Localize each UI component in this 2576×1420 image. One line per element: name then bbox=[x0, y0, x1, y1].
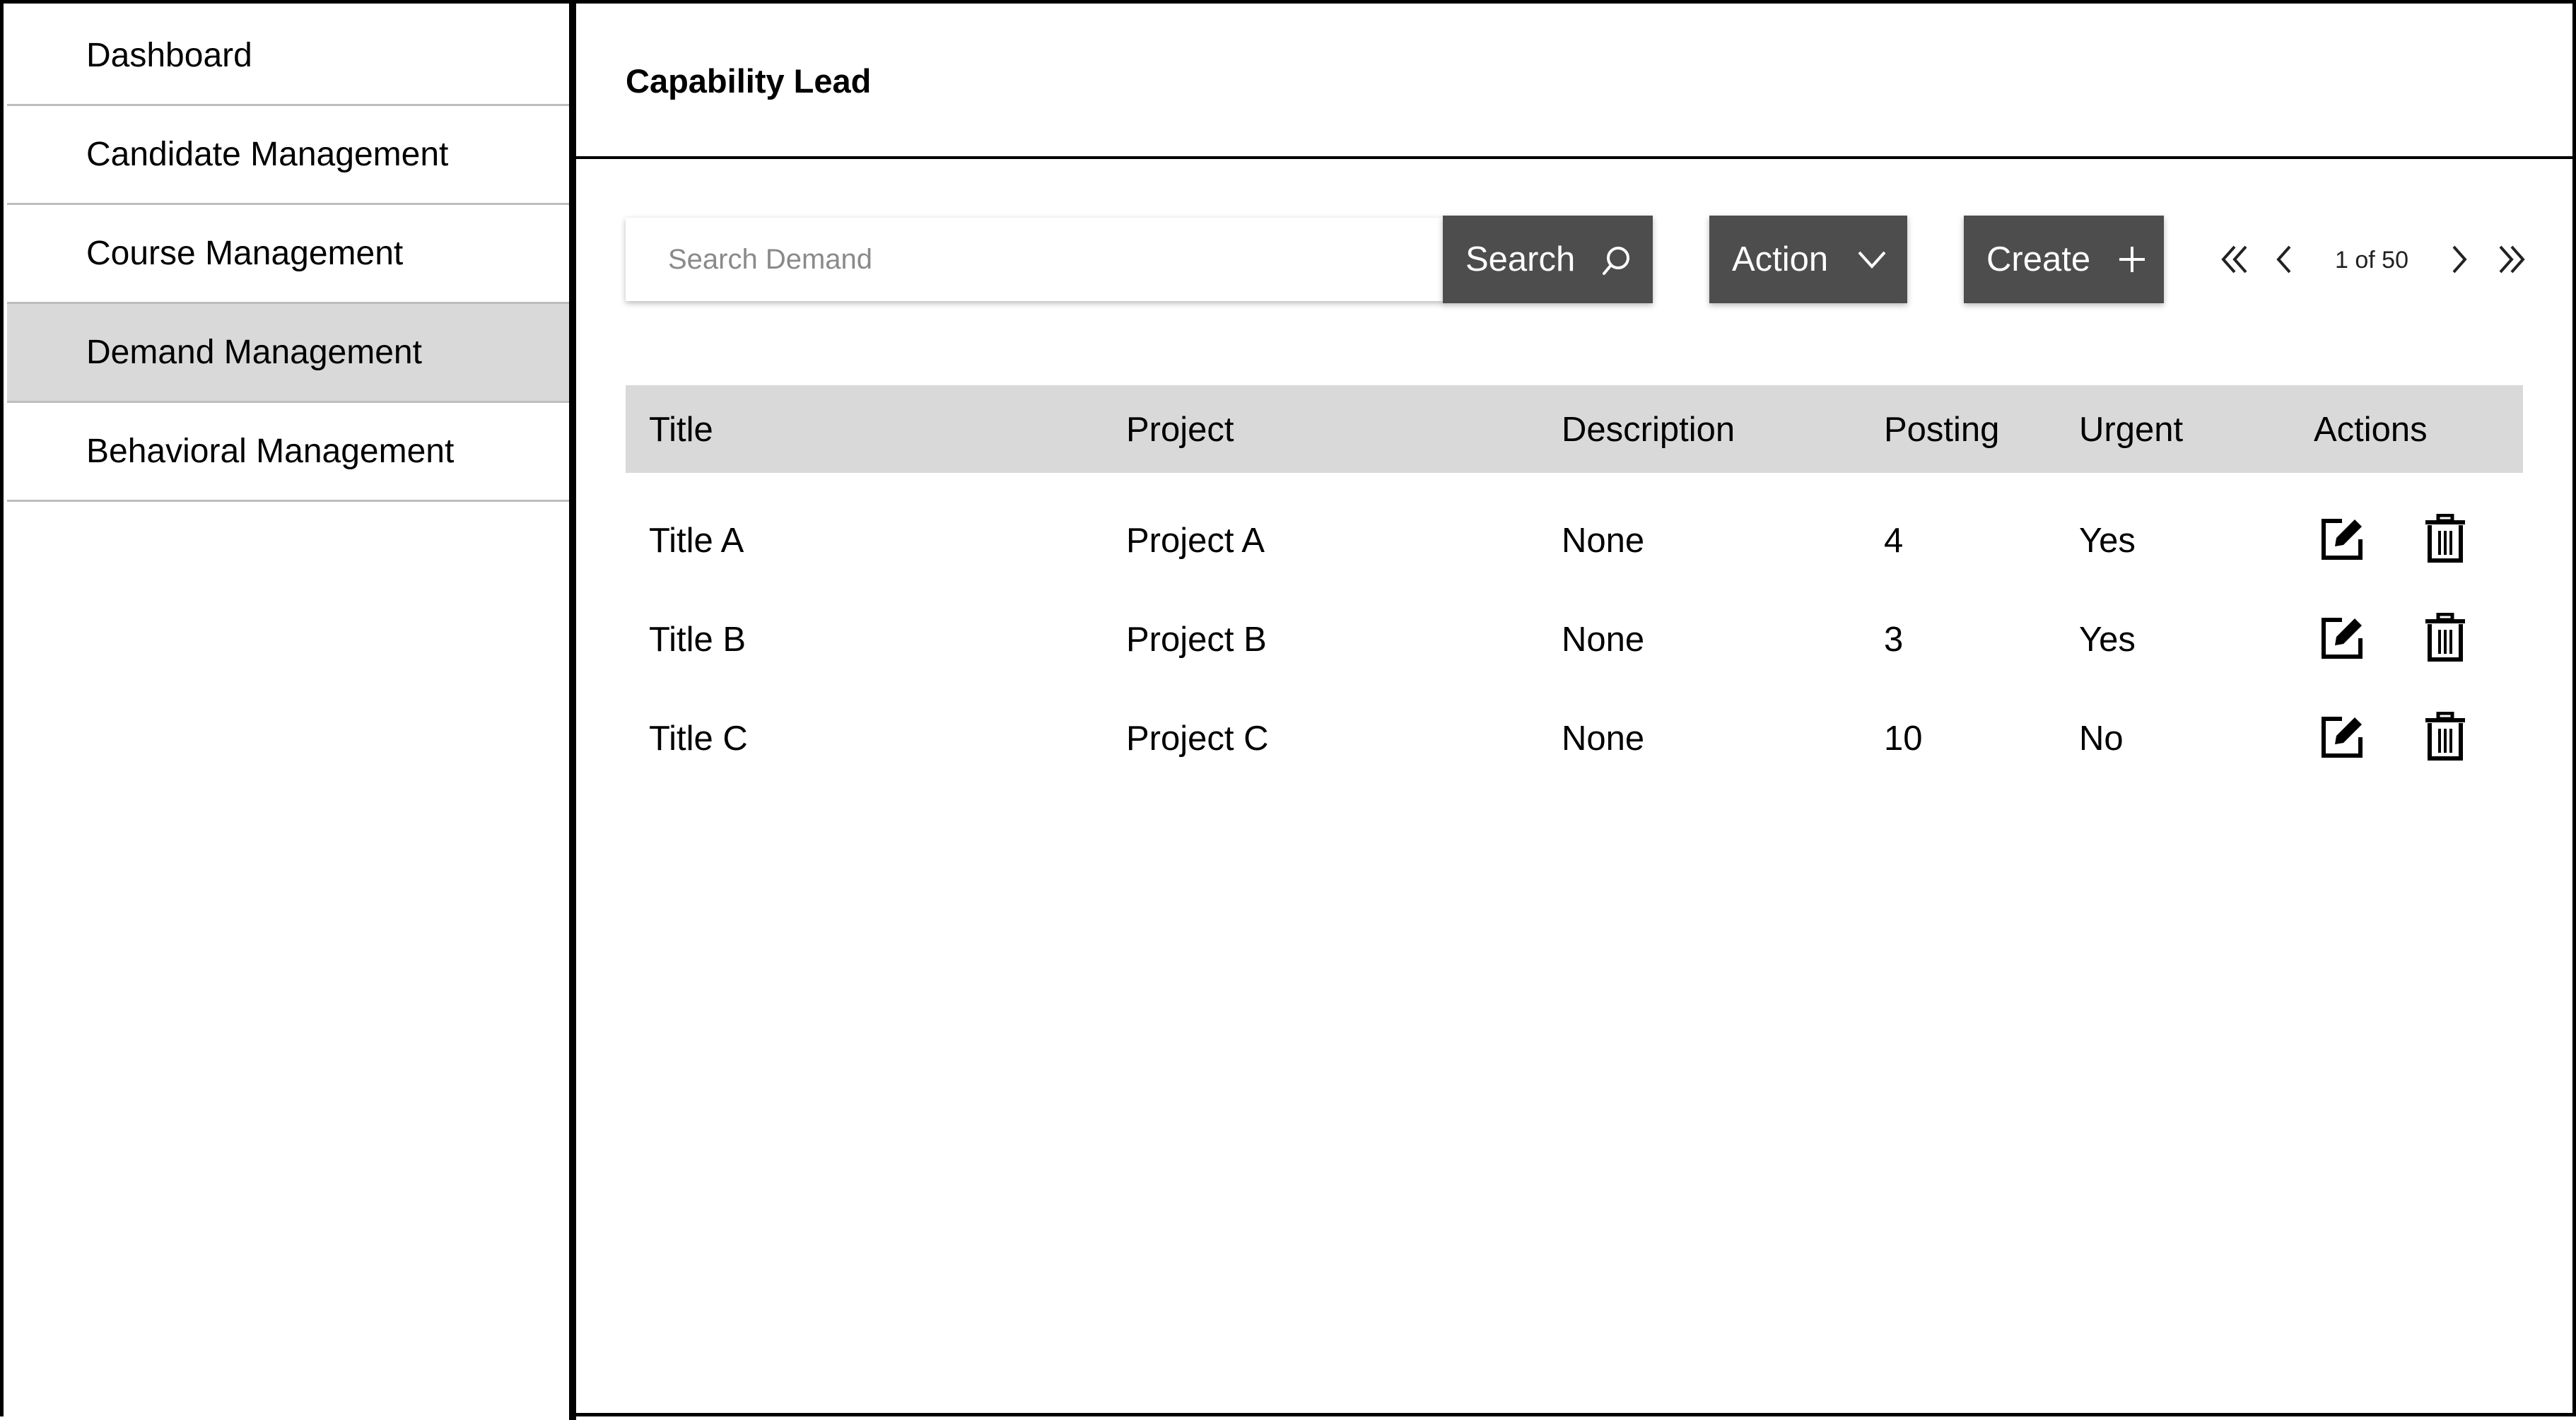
sidebar-item-label: Candidate Management bbox=[86, 136, 449, 173]
sidebar-item-demand-management[interactable]: Demand Management bbox=[7, 304, 569, 403]
column-header-description: Description bbox=[1562, 411, 1735, 449]
column-header-urgent: Urgent bbox=[2079, 411, 2184, 449]
column-header-title: Title bbox=[649, 411, 713, 449]
action-button-label: Action bbox=[1732, 240, 1829, 278]
sidebar-item-candidate-management[interactable]: Candidate Management bbox=[7, 106, 569, 205]
search-input[interactable] bbox=[626, 217, 1444, 302]
sidebar-item-course-management[interactable]: Course Management bbox=[7, 205, 569, 304]
cell-posting: 4 bbox=[1884, 522, 1904, 560]
delete-icon[interactable] bbox=[2424, 712, 2466, 763]
next-page-icon[interactable] bbox=[2441, 242, 2478, 276]
cell-urgent: No bbox=[2079, 720, 2124, 758]
create-button-label: Create bbox=[1986, 240, 2091, 278]
table-row: Title B Project B None 3 Yes bbox=[4, 590, 2576, 689]
table-row: Title A Project A None 4 Yes bbox=[4, 491, 2576, 590]
edit-icon[interactable] bbox=[2317, 613, 2367, 664]
cell-project: Project B bbox=[1126, 621, 1267, 659]
cell-title: Title A bbox=[649, 522, 744, 560]
cell-project: Project C bbox=[1126, 720, 1269, 758]
page-indicator: 1 of 50 bbox=[2335, 247, 2408, 274]
cell-description: None bbox=[1562, 522, 1645, 560]
cell-posting: 3 bbox=[1884, 621, 1904, 659]
plus-icon bbox=[2119, 247, 2145, 272]
previous-page-icon[interactable] bbox=[2266, 242, 2302, 276]
header: Capability Lead bbox=[576, 4, 2576, 159]
page-title: Capability Lead bbox=[626, 62, 872, 100]
edit-icon[interactable] bbox=[2317, 712, 2367, 763]
create-button[interactable]: Create bbox=[1964, 216, 2164, 303]
sidebar-item-label: Behavioral Management bbox=[86, 433, 455, 470]
column-header-project: Project bbox=[1126, 411, 1234, 449]
sidebar-item-dashboard[interactable]: Dashboard bbox=[7, 7, 569, 106]
first-page-icon[interactable] bbox=[2216, 242, 2253, 276]
sidebar-item-label: Demand Management bbox=[86, 334, 422, 371]
last-page-icon[interactable] bbox=[2493, 242, 2530, 276]
search-box bbox=[626, 217, 1444, 302]
cell-posting: 10 bbox=[1884, 720, 1923, 758]
cell-title: Title B bbox=[649, 621, 747, 659]
edit-icon[interactable] bbox=[2317, 514, 2367, 565]
cell-project: Project A bbox=[1126, 522, 1265, 560]
column-header-posting: Posting bbox=[1884, 411, 2000, 449]
sidebar-nav: Dashboard Candidate Management Course Ma… bbox=[7, 7, 569, 502]
delete-icon[interactable] bbox=[2424, 514, 2466, 565]
cell-title: Title C bbox=[649, 720, 748, 758]
action-dropdown-button[interactable]: Action bbox=[1709, 216, 1907, 303]
app-window: Dashboard Candidate Management Course Ma… bbox=[0, 0, 2576, 1420]
search-button-label: Search bbox=[1465, 240, 1576, 278]
sidebar-item-behavioral-management[interactable]: Behavioral Management bbox=[7, 403, 569, 502]
cell-urgent: Yes bbox=[2079, 621, 2136, 659]
column-header-actions: Actions bbox=[2314, 411, 2428, 449]
cell-description: None bbox=[1562, 720, 1645, 758]
cell-description: None bbox=[1562, 621, 1645, 659]
cell-urgent: Yes bbox=[2079, 522, 2136, 560]
sidebar-item-label: Course Management bbox=[86, 235, 404, 272]
delete-icon[interactable] bbox=[2424, 613, 2466, 664]
sidebar-item-label: Dashboard bbox=[86, 37, 252, 74]
chevron-down-icon bbox=[1858, 251, 1886, 269]
search-button[interactable]: Search bbox=[1443, 216, 1653, 303]
table-row: Title C Project C None 10 No bbox=[4, 689, 2576, 788]
search-icon bbox=[1603, 247, 1629, 275]
